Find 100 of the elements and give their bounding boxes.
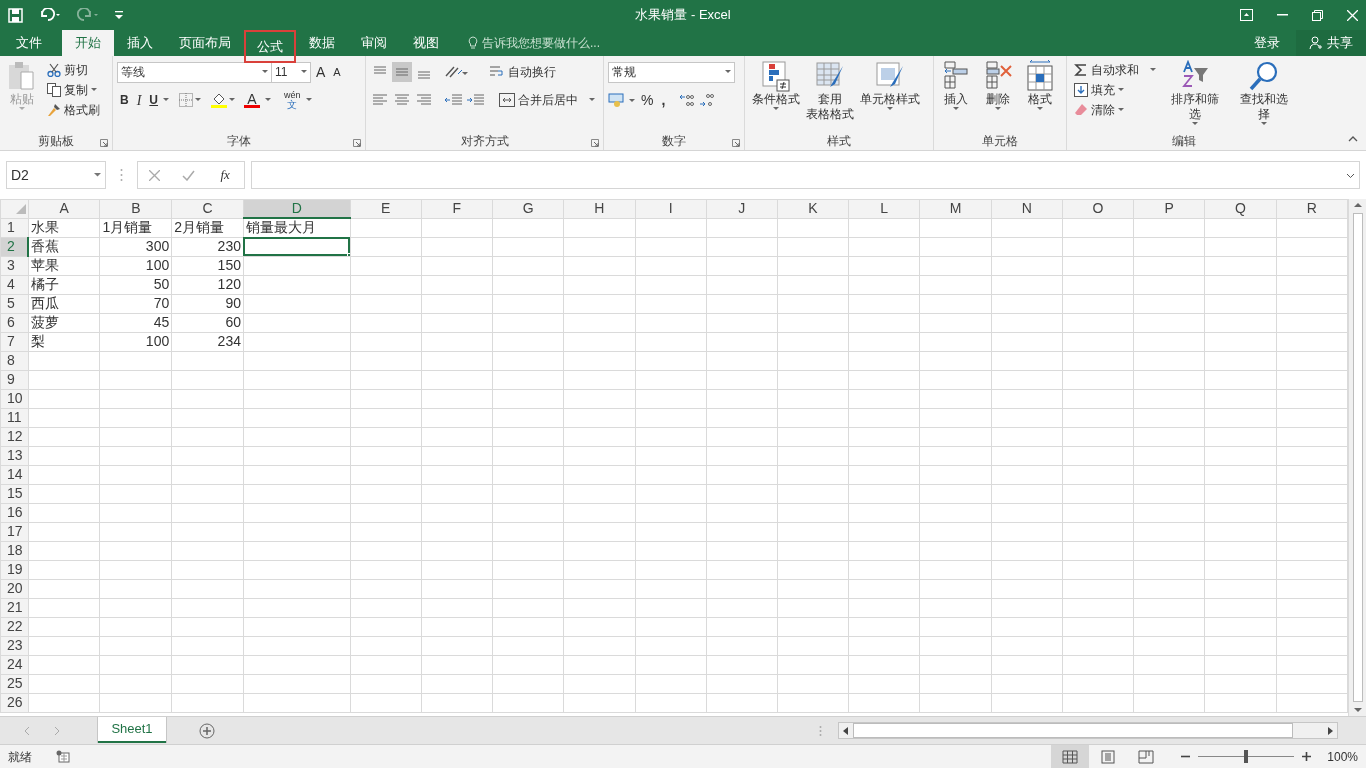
number-format-dropdown[interactable]: 常规 — [608, 61, 735, 83]
sort-filter-button[interactable]: 排序和筛选 — [1163, 60, 1228, 132]
name-box[interactable]: D2 — [6, 161, 106, 189]
dialog-launcher-icon[interactable] — [591, 139, 599, 147]
percent-button[interactable]: % — [638, 88, 657, 112]
active-cell[interactable] — [243, 237, 351, 256]
column-header[interactable]: P — [1133, 199, 1205, 218]
clear-button[interactable]: 清除 — [1071, 100, 1159, 120]
copy-button[interactable]: 复制 — [44, 80, 103, 100]
column-header[interactable]: O — [1062, 199, 1134, 218]
normal-view-button[interactable] — [1051, 745, 1090, 768]
macro-record-icon[interactable] — [56, 750, 70, 763]
search-button[interactable]: 查找和选择 — [1231, 60, 1296, 132]
ribbon-tab[interactable]: 开始 — [62, 30, 114, 56]
dialog-launcher-icon[interactable] — [353, 139, 361, 147]
column-header[interactable]: N — [991, 199, 1063, 218]
align-right-icon[interactable] — [414, 92, 434, 108]
column-header[interactable]: H — [563, 199, 635, 218]
insert-cells-button[interactable]: 插入 — [938, 60, 974, 132]
font-size-dropdown[interactable]: 11 — [271, 61, 311, 83]
phonetic-button[interactable]: wén 文 — [281, 90, 304, 110]
sign-in-link[interactable]: 登录 — [1254, 30, 1280, 56]
decrease-indent-icon[interactable] — [444, 92, 464, 108]
caret-icon[interactable] — [229, 98, 235, 102]
ribbon-tab[interactable]: 审阅 — [348, 30, 400, 56]
align-center-icon[interactable] — [392, 92, 412, 108]
column-header[interactable]: A — [28, 199, 100, 218]
restore-icon[interactable] — [1312, 9, 1323, 21]
close-icon[interactable] — [1347, 9, 1358, 21]
zoom-slider[interactable] — [1198, 750, 1295, 763]
ribbon-tab[interactable]: 插入 — [114, 30, 166, 56]
caret-icon[interactable] — [305, 98, 312, 102]
format-as-table-button[interactable]: 套用 表格格式 — [803, 60, 857, 132]
customize-icon[interactable] — [115, 10, 123, 20]
border-icon[interactable] — [179, 93, 193, 107]
zoom-in-icon[interactable] — [1302, 752, 1312, 761]
share-button[interactable]: 共享 — [1296, 30, 1366, 56]
column-header[interactable]: M — [919, 199, 992, 218]
column-header[interactable]: G — [492, 199, 564, 218]
decrease-decimal-icon[interactable] — [698, 92, 717, 108]
increase-indent-icon[interactable] — [466, 92, 486, 108]
conditional-format-button[interactable]: 条件格式 — [749, 60, 803, 132]
column-header[interactable]: F — [421, 199, 493, 218]
underline-button[interactable]: U — [146, 90, 161, 110]
font-name-dropdown[interactable]: 等线 — [117, 61, 272, 83]
splitter-handle-icon[interactable] — [819, 724, 822, 737]
increase-decimal-icon[interactable] — [678, 92, 697, 108]
horizontal-scrollbar[interactable] — [838, 722, 1338, 739]
minimize-icon[interactable] — [1277, 14, 1288, 16]
ribbon-display-icon[interactable] — [1240, 9, 1253, 21]
sheet-tab[interactable]: Sheet1 — [98, 716, 166, 743]
tell-me-search[interactable]: 告诉我您想要做什么... — [482, 34, 600, 52]
cancel-icon[interactable] — [149, 169, 161, 181]
vertical-scrollbar[interactable] — [1348, 199, 1366, 716]
ribbon-tab[interactable]: 数据 — [296, 30, 348, 56]
add-sheet-icon[interactable] — [199, 722, 215, 739]
column-header[interactable]: J — [706, 199, 778, 218]
comma-style-button[interactable]: , — [658, 88, 669, 112]
merge-center-button[interactable]: 合并后居中 — [496, 90, 598, 110]
zoom-level-text[interactable]: 100% — [1327, 747, 1358, 766]
column-header[interactable]: D — [243, 199, 351, 218]
grow-font-button[interactable]: A — [313, 60, 329, 84]
autosum-button[interactable]: 自动求和 — [1071, 60, 1159, 80]
file-menu-tab[interactable]: 文件 — [8, 30, 62, 56]
fill-color-icon[interactable] — [211, 92, 227, 108]
ribbon-tab[interactable]: 视图 — [400, 30, 452, 56]
ribbon-tab[interactable]: 页面布局 — [166, 30, 244, 56]
dialog-launcher-icon[interactable] — [732, 139, 740, 147]
column-header[interactable]: B — [99, 199, 172, 218]
ribbon-tab[interactable]: 公式 — [244, 30, 296, 63]
cell-styles-button[interactable]: 单元格样式 — [857, 60, 923, 132]
bold-button[interactable]: B — [117, 90, 132, 110]
column-header[interactable]: I — [635, 199, 707, 218]
shrink-font-button[interactable]: A — [330, 62, 344, 82]
cut-button[interactable]: 剪切 — [44, 60, 103, 80]
font-color-button[interactable]: A — [241, 91, 263, 109]
undo-icon[interactable] — [39, 8, 61, 22]
collapse-ribbon-icon[interactable] — [1348, 136, 1358, 142]
column-header[interactable]: Q — [1204, 199, 1277, 218]
column-header[interactable]: E — [350, 199, 422, 218]
italic-button[interactable]: I — [133, 88, 145, 112]
wrap-text-button[interactable]: 自动换行 — [486, 62, 559, 82]
align-left-icon[interactable] — [370, 92, 390, 108]
column-header[interactable]: K — [777, 199, 849, 218]
fill-button[interactable]: 填充 — [1071, 80, 1159, 100]
caret-icon[interactable] — [163, 98, 169, 102]
save-icon[interactable] — [8, 7, 23, 23]
formula-input-field[interactable] — [251, 161, 1360, 189]
scroll-thumb[interactable] — [1352, 213, 1363, 702]
column-header[interactable]: L — [848, 199, 920, 218]
scroll-thumb[interactable] — [853, 723, 1293, 738]
format-painter-button[interactable]: 格式刷 — [44, 100, 103, 120]
dialog-launcher-icon[interactable] — [100, 139, 108, 147]
format-cells-button[interactable]: 格式 — [1022, 60, 1058, 132]
caret-icon[interactable] — [195, 98, 201, 102]
delete-cells-button[interactable]: 删除 — [980, 60, 1016, 132]
column-header[interactable]: R — [1276, 199, 1348, 218]
insert-function-button[interactable]: fx — [217, 164, 233, 186]
check-icon[interactable] — [182, 169, 196, 181]
orientation-icon[interactable] — [444, 64, 468, 80]
